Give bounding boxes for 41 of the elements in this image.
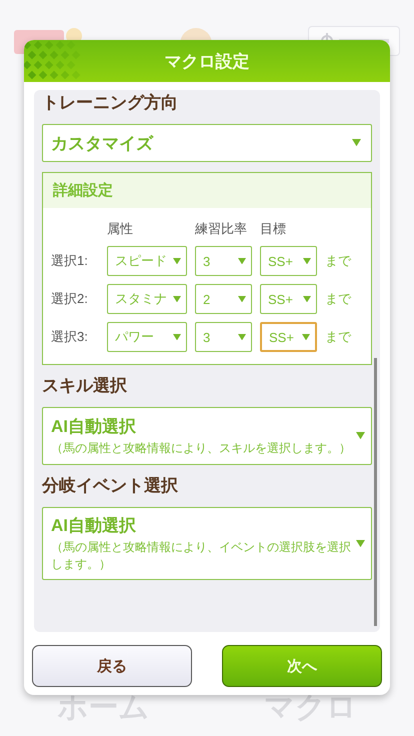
target-dropdown[interactable]: SS+ xyxy=(260,284,317,314)
section-heading: スキル選択 xyxy=(42,375,128,397)
suffix-label: まで xyxy=(325,290,352,308)
row-label: 選択1: xyxy=(51,252,89,270)
mode-dropdown[interactable]: AI自動選択 （馬の属性と攻略情報により、スキルを選択します。） xyxy=(42,407,372,465)
caret-icon xyxy=(356,540,365,548)
row-label: 選択3: xyxy=(51,328,89,346)
panel-title: 詳細設定 xyxy=(53,182,113,199)
attribute-dropdown[interactable]: スタミナ xyxy=(107,284,187,314)
mode-dropdown[interactable]: AI自動選択 （馬の属性と攻略情報により、イベントの選択肢を選択します。） xyxy=(42,507,372,580)
caret-icon xyxy=(303,258,311,264)
caret-icon xyxy=(173,258,181,264)
caret-icon xyxy=(238,258,246,264)
caret-icon xyxy=(303,296,311,302)
section-heading: トレーニング方向 xyxy=(42,92,179,114)
attribute-dropdown[interactable]: パワー xyxy=(107,322,187,352)
row-label: 選択2: xyxy=(51,290,89,308)
attribute-dropdown[interactable]: スピード xyxy=(107,246,187,276)
caret-icon xyxy=(173,334,181,340)
scrollbar[interactable] xyxy=(374,358,377,626)
column-header: 属性 xyxy=(107,220,134,238)
suffix-label: まで xyxy=(325,252,352,270)
ratio-dropdown[interactable]: 2 xyxy=(195,284,252,314)
ratio-dropdown[interactable]: 3 xyxy=(195,322,252,352)
target-dropdown[interactable]: SS+ xyxy=(260,322,317,352)
suffix-label: まで xyxy=(325,328,352,346)
caret-icon xyxy=(173,296,181,302)
section-heading: 分岐イベント選択 xyxy=(42,475,179,497)
target-dropdown[interactable]: SS+ xyxy=(260,246,317,276)
column-header: 練習比率 xyxy=(195,220,248,238)
column-header: 目標 xyxy=(260,220,287,238)
caret-icon xyxy=(302,334,310,340)
caret-icon xyxy=(238,334,246,340)
next-button[interactable]: 次へ xyxy=(222,645,382,687)
back-button[interactable]: 戻る xyxy=(32,645,192,687)
dialog-title: マクロ設定 xyxy=(164,50,250,72)
caret-icon xyxy=(356,432,365,440)
caret-icon xyxy=(352,139,361,147)
caret-icon xyxy=(238,296,246,302)
ratio-dropdown[interactable]: 3 xyxy=(195,246,252,276)
training-dropdown[interactable]: カスタマイズ xyxy=(42,124,372,162)
